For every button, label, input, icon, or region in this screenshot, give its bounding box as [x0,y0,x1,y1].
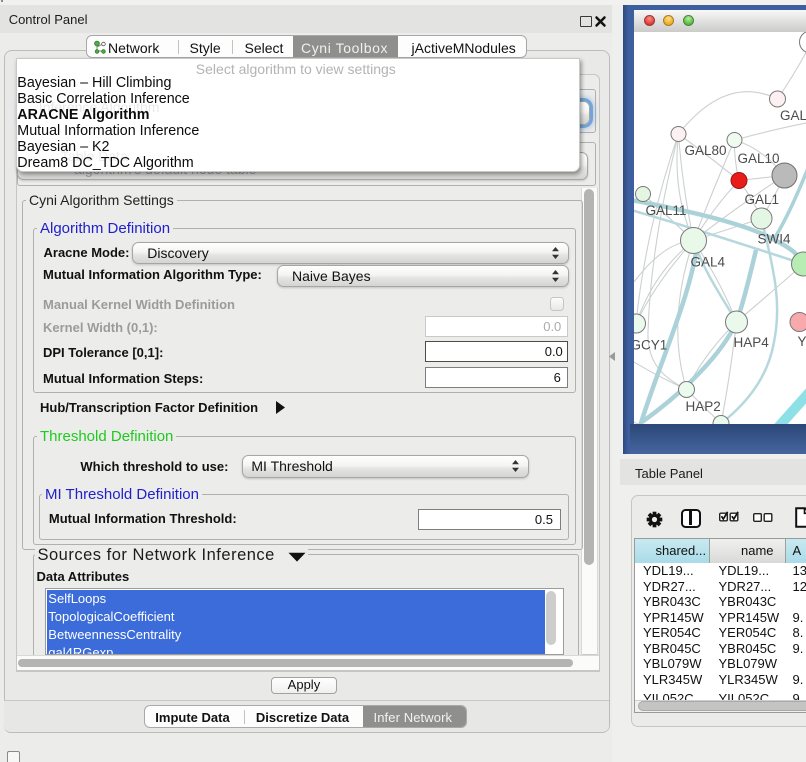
svg-text:GAL11: GAL11 [645,203,686,218]
svg-text:GCY1: GCY1 [634,338,667,353]
svg-text:GAL4: GAL4 [690,255,725,270]
svg-text:GAL80: GAL80 [684,143,726,158]
svg-text:Y: Y [797,334,806,349]
svg-text:HAP4: HAP4 [733,335,769,350]
svg-text:GAL1: GAL1 [744,192,779,207]
svg-text:GAL10: GAL10 [737,151,779,166]
svg-text:SWI4: SWI4 [757,232,790,247]
svg-text:HAP2: HAP2 [685,399,720,414]
svg-text:GAL2: GAL2 [780,108,806,123]
